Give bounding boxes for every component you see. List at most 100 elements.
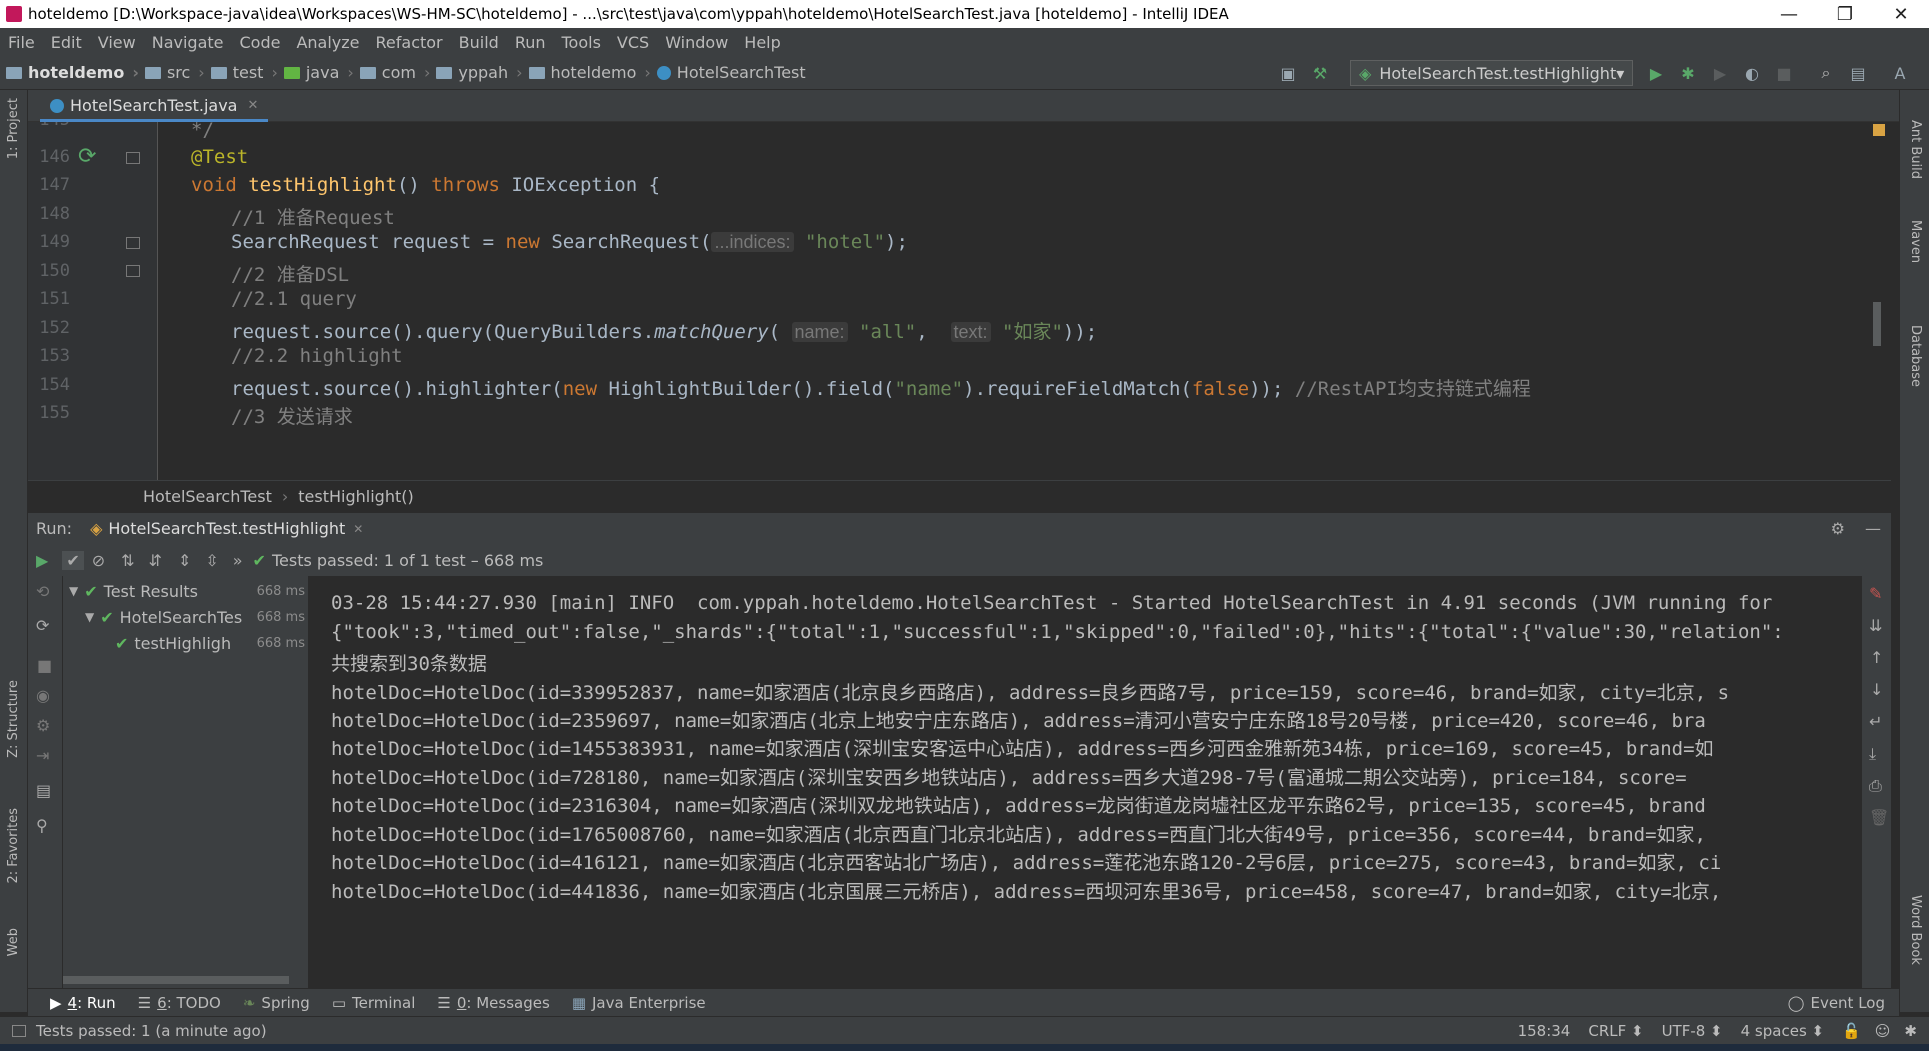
show-ignored-icon[interactable]: ⊘ bbox=[92, 551, 105, 570]
fold-marker-icon[interactable] bbox=[126, 237, 140, 249]
crumb-hoteldemo[interactable]: hoteldemo › bbox=[6, 63, 139, 82]
menu-refactor[interactable]: Refactor bbox=[368, 33, 451, 52]
sort-alpha-icon[interactable]: ⇅ bbox=[121, 551, 134, 570]
crumb-java[interactable]: java › bbox=[283, 63, 354, 82]
file-encoding[interactable]: UTF-8 ⬍ bbox=[1662, 1022, 1723, 1040]
rerun-icon[interactable]: ▶ bbox=[36, 551, 48, 570]
menu-run[interactable]: Run bbox=[507, 33, 554, 52]
menu-build[interactable]: Build bbox=[451, 33, 507, 52]
rerun-failed-icon[interactable]: ⟲ bbox=[36, 582, 49, 601]
restore-button[interactable]: ❐ bbox=[1817, 4, 1873, 25]
maven-tool-button[interactable]: Maven bbox=[1908, 220, 1923, 263]
exit-icon[interactable]: ⇥ bbox=[36, 746, 49, 765]
more-icon[interactable]: » bbox=[233, 551, 243, 570]
menu-code[interactable]: Code bbox=[232, 33, 289, 52]
editor-scrollbar[interactable] bbox=[1873, 302, 1881, 346]
favorites-tool-button[interactable]: 2: Favorites bbox=[6, 808, 21, 884]
profile-icon[interactable]: ◐ bbox=[1742, 63, 1762, 83]
gear-icon[interactable]: ⚙ bbox=[1831, 519, 1845, 538]
tab-messages[interactable]: ☰ 0: Messages bbox=[437, 994, 549, 1012]
down-arrow-icon[interactable]: ↓ bbox=[1870, 680, 1883, 699]
structure-tool-button[interactable]: Z: Structure bbox=[6, 680, 21, 758]
tab-java-enterprise[interactable]: ▦ Java Enterprise bbox=[572, 994, 706, 1012]
menu-tools[interactable]: Tools bbox=[554, 33, 609, 52]
settings-icon[interactable]: ⚙ bbox=[36, 716, 50, 735]
editor-tab-hotelsearchtest[interactable]: HotelSearchTest.java ✕ bbox=[40, 92, 269, 122]
debug-icon[interactable]: ✱ bbox=[1678, 63, 1698, 83]
clear-icon[interactable]: ✎ bbox=[1869, 584, 1882, 603]
inspector-icon[interactable]: ☺ bbox=[1875, 1022, 1891, 1040]
tab-terminal[interactable]: ▭ Terminal bbox=[332, 994, 416, 1012]
menu-file[interactable]: File bbox=[0, 33, 43, 52]
tree-row-test-method[interactable]: ✔ testHighligh 668 ms bbox=[63, 630, 309, 656]
crumb-test[interactable]: test › bbox=[210, 63, 278, 82]
code-editor[interactable]: 145 146 147 148 149 150 151 152 153 154 … bbox=[28, 122, 1891, 480]
crumb-src[interactable]: src › bbox=[144, 63, 205, 82]
sort-duration-icon[interactable]: ⇵ bbox=[149, 551, 162, 570]
trash-icon[interactable]: 🗑 bbox=[1869, 808, 1889, 827]
caret-position[interactable]: 158:34 bbox=[1518, 1022, 1571, 1040]
word-book-tool-button[interactable]: Word Book bbox=[1908, 895, 1923, 965]
soft-wrap-icon[interactable]: ↵ bbox=[1869, 712, 1882, 731]
project-tool-button[interactable]: 1: Project bbox=[6, 98, 21, 159]
minimize-panel-icon[interactable]: — bbox=[1865, 519, 1881, 538]
breadcrumb-method[interactable]: testHighlight() bbox=[298, 487, 413, 506]
run-icon[interactable]: ▶ bbox=[1646, 63, 1666, 83]
build-hammer-icon[interactable]: ⚒ bbox=[1310, 63, 1330, 83]
lock-icon[interactable]: 🔓 bbox=[1842, 1022, 1861, 1040]
search-icon[interactable]: ⌕ bbox=[1816, 63, 1836, 83]
expand-all-icon[interactable]: ⇕ bbox=[178, 551, 191, 570]
menu-analyze[interactable]: Analyze bbox=[288, 33, 367, 52]
tree-row-test-results[interactable]: ▼ ✔ Test Results 668 ms bbox=[63, 578, 309, 604]
memory-icon[interactable]: ✱ bbox=[1904, 1022, 1917, 1040]
run-tab[interactable]: HotelSearchTest.testHighlight bbox=[108, 519, 345, 538]
run-config-dropdown[interactable]: ◈ HotelSearchTest.testHighlight ▾ bbox=[1350, 60, 1633, 86]
toggle-auto-test-icon[interactable]: ⟳ bbox=[36, 616, 49, 635]
pin-icon[interactable]: ⚲ bbox=[36, 816, 48, 835]
ant-build-tool-button[interactable]: Ant Build bbox=[1908, 120, 1923, 179]
translate-icon[interactable]: A bbox=[1890, 63, 1910, 83]
project-structure-icon[interactable]: ▤ bbox=[1848, 63, 1868, 83]
menu-help[interactable]: Help bbox=[736, 33, 788, 52]
menu-vcs[interactable]: VCS bbox=[609, 33, 657, 52]
close-button[interactable]: ✕ bbox=[1873, 4, 1929, 25]
show-passed-icon[interactable]: ✔ bbox=[62, 550, 84, 570]
fold-marker-icon[interactable] bbox=[126, 152, 140, 164]
fold-marker-icon[interactable] bbox=[126, 265, 140, 277]
scroll-end-icon[interactable]: ⇊ bbox=[1869, 616, 1882, 635]
warning-marker-icon[interactable] bbox=[1873, 124, 1885, 136]
indent-setting[interactable]: 4 spaces ⬍ bbox=[1741, 1022, 1824, 1040]
minimize-button[interactable]: — bbox=[1761, 4, 1817, 25]
close-tab-icon[interactable]: ✕ bbox=[247, 98, 258, 113]
tree-row-test-class[interactable]: ▼ ✔ HotelSearchTes 668 ms bbox=[63, 604, 309, 630]
camera-icon[interactable]: ◉ bbox=[36, 686, 50, 705]
close-run-tab-icon[interactable]: ✕ bbox=[353, 522, 363, 536]
menu-navigate[interactable]: Navigate bbox=[144, 33, 232, 52]
event-log-button[interactable]: ◯ Event Log bbox=[1788, 994, 1885, 1012]
coverage-icon[interactable]: ▶ bbox=[1710, 63, 1730, 83]
run-test-gutter-icon[interactable]: ⟳ bbox=[78, 144, 96, 169]
crumb-com[interactable]: com › bbox=[359, 63, 430, 82]
line-separator[interactable]: CRLF ⬍ bbox=[1588, 1022, 1643, 1040]
stop-icon[interactable]: ■ bbox=[37, 656, 52, 675]
database-tool-button[interactable]: Database bbox=[1908, 325, 1923, 387]
menu-edit[interactable]: Edit bbox=[43, 33, 90, 52]
console-output[interactable]: 03-28 15:44:27.930 [main] INFO com.yppah… bbox=[309, 576, 1862, 988]
crumb-class[interactable]: HotelSearchTest bbox=[656, 63, 806, 82]
collapse-all-icon[interactable]: ⇳ bbox=[205, 551, 218, 570]
menu-window[interactable]: Window bbox=[657, 33, 736, 52]
layout-icon[interactable]: ▤ bbox=[36, 781, 51, 800]
crumb-yppah[interactable]: yppah › bbox=[436, 63, 523, 82]
scroll-to-end-icon[interactable]: ⤓ bbox=[1869, 744, 1876, 764]
tool-windows-icon[interactable] bbox=[12, 1024, 26, 1037]
web-tool-button[interactable]: Web bbox=[6, 928, 21, 956]
tab-spring[interactable]: ❧ Spring bbox=[243, 994, 310, 1012]
tab-todo[interactable]: ☰ 6: TODO bbox=[138, 994, 221, 1012]
print-icon[interactable]: ⎙ bbox=[1869, 776, 1882, 796]
layout-icon[interactable]: ▣ bbox=[1278, 63, 1298, 83]
up-arrow-icon[interactable]: ↑ bbox=[1870, 648, 1883, 667]
breadcrumb-class[interactable]: HotelSearchTest bbox=[143, 487, 272, 506]
menu-view[interactable]: View bbox=[90, 33, 144, 52]
tree-scrollbar[interactable] bbox=[63, 976, 289, 984]
stop-icon[interactable]: ■ bbox=[1774, 63, 1794, 83]
